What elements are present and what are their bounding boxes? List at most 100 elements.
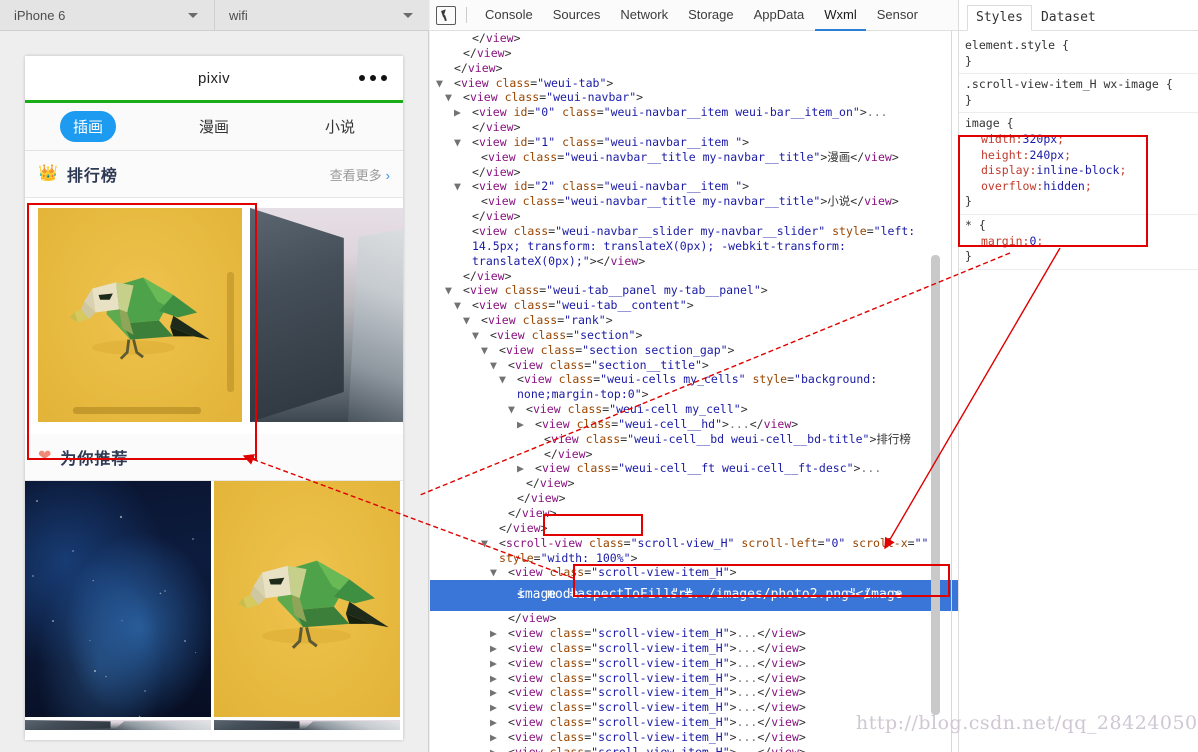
recommend-card-partial-1[interactable]	[25, 720, 211, 730]
chevron-right-icon[interactable]: ▶	[454, 105, 472, 120]
style-rule[interactable]: element.style {}	[959, 35, 1198, 75]
chevron-down-icon[interactable]: ▼	[490, 358, 508, 373]
dom-node[interactable]: </view>	[430, 611, 958, 626]
no-toggle[interactable]	[472, 194, 481, 209]
style-rule[interactable]: .scroll-view-item_H wx-image {}	[959, 74, 1198, 114]
devtools-tab-sensor[interactable]: Sensor	[868, 0, 927, 31]
recommend-card-partial-2[interactable]	[214, 720, 400, 730]
chevron-right-icon[interactable]: ▶	[517, 417, 535, 432]
dom-node[interactable]: ▶ <view id="0" class="weui-navbar__item w…	[430, 105, 958, 120]
chevron-right-icon[interactable]: ▶	[490, 700, 508, 715]
dom-node[interactable]: ▼ <view id="1" class="weui-navbar__item "…	[430, 135, 958, 150]
chevron-down-icon[interactable]: ▼	[445, 90, 463, 105]
dom-node[interactable]: ▶ <view class="weui-cell__hd">...</view>	[430, 417, 958, 432]
styles-tab-styles[interactable]: Styles	[967, 5, 1032, 31]
no-toggle[interactable]	[463, 224, 472, 239]
rank-scroll-view[interactable]	[25, 198, 403, 434]
phone-preview[interactable]: pixiv 插画 漫画 小说 👑 排行榜 查看更多 › ❤ 为你推荐	[25, 56, 403, 740]
chevron-right-icon[interactable]: ▶	[490, 745, 508, 752]
no-toggle[interactable]	[463, 165, 472, 180]
no-toggle[interactable]	[535, 432, 544, 447]
recommend-card-galaxy[interactable]	[25, 481, 211, 717]
dom-node[interactable]: <view class="weui-navbar__title my-navba…	[430, 150, 958, 165]
dom-node[interactable]: </view>	[430, 61, 958, 76]
recommend-grid[interactable]	[25, 481, 403, 730]
devtools-tab-storage[interactable]: Storage	[679, 0, 743, 31]
dom-node[interactable]: </view>	[430, 506, 958, 521]
dom-node[interactable]: <view class="weui-navbar__title my-navba…	[430, 194, 958, 209]
rank-card-street[interactable]	[250, 208, 403, 422]
dom-node[interactable]: ▼ <view class="weui-cell my_cell">	[430, 402, 958, 417]
no-toggle[interactable]	[445, 61, 454, 76]
chevron-right-icon[interactable]: ▶	[490, 671, 508, 686]
style-declaration[interactable]: margin:0;	[965, 234, 1198, 250]
rank-view-more-link[interactable]: 查看更多 ›	[330, 165, 390, 184]
chevron-right-icon[interactable]: ▶	[490, 685, 508, 700]
chevron-down-icon[interactable]: ▼	[481, 343, 499, 358]
tab-novel[interactable]: 小说	[277, 116, 403, 137]
devtools-tab-appdata[interactable]: AppData	[745, 0, 814, 31]
dom-node[interactable]: ▼ <view class="weui-cells my_cells" style…	[430, 372, 958, 402]
dom-node[interactable]: <view class="weui-navbar__slider my-navb…	[430, 224, 958, 269]
dom-node[interactable]: </view>	[430, 31, 958, 46]
chevron-down-icon[interactable]: ▼	[445, 283, 463, 298]
chevron-right-icon[interactable]: ▶	[490, 626, 508, 641]
dom-node[interactable]: ▼ <view class="section__title">	[430, 358, 958, 373]
dom-node[interactable]: ▶ <view class="scroll-view-item_H">...</v…	[430, 685, 958, 700]
chevron-down-icon[interactable]: ▼	[454, 135, 472, 150]
chevron-down-icon[interactable]: ▼	[436, 76, 454, 91]
tab-manga[interactable]: 漫画	[151, 116, 277, 137]
dom-node[interactable]: </view>	[430, 120, 958, 135]
chevron-down-icon[interactable]: ▼	[454, 298, 472, 313]
styles-tab-dataset[interactable]: Dataset	[1032, 5, 1105, 30]
no-toggle[interactable]	[499, 506, 508, 521]
chevron-right-icon[interactable]: ▶	[490, 730, 508, 745]
dom-node[interactable]: </view>	[430, 476, 958, 491]
no-toggle[interactable]	[463, 120, 472, 135]
tab-illustration[interactable]: 插画	[25, 111, 151, 142]
dom-node[interactable]: ▶ <view class="scroll-view-item_H">...</v…	[430, 656, 958, 671]
dom-node[interactable]: ▼ <view class="section section_gap">	[430, 343, 958, 358]
chevron-down-icon[interactable]: ▼	[490, 565, 508, 580]
dom-node[interactable]: ▼ <view class="rank">	[430, 313, 958, 328]
wxml-dom-tree[interactable]: </view> </view> </view> ▼ <view class="weu…	[430, 31, 958, 752]
chevron-right-icon[interactable]: ▶	[490, 641, 508, 656]
dom-node[interactable]: </view>	[430, 46, 958, 61]
dom-node[interactable]: ▼ <view class="weui-navbar">	[430, 90, 958, 105]
dom-node[interactable]: ▶ <view class="scroll-view-item_H">...</v…	[430, 745, 958, 752]
dom-node[interactable]: ▼ <view class="weui-tab">	[430, 76, 958, 91]
chevron-down-icon[interactable]: ▼	[499, 372, 517, 387]
dom-node[interactable]: ▶ <view class="scroll-view-item_H">...</v…	[430, 626, 958, 641]
dom-node[interactable]: ▼ <scroll-view class="scroll-view_H" scro…	[430, 536, 958, 566]
devtools-tab-console[interactable]: Console	[476, 0, 542, 31]
devtools-tab-network[interactable]: Network	[611, 0, 677, 31]
dom-tree-scrollbar[interactable]	[931, 255, 940, 715]
no-toggle[interactable]	[499, 611, 508, 626]
recommend-card-kiwi[interactable]	[214, 481, 400, 717]
dom-node[interactable]: ▶ <view class="weui-cell__ft weui-cell__f…	[430, 461, 958, 476]
dom-node[interactable]: </view>	[430, 491, 958, 506]
dom-node-selected[interactable]: < image mode = "aspectToFill" src = "../image…	[430, 580, 958, 612]
style-rule[interactable]: image {width:320px; height:240px; display:…	[959, 113, 1198, 215]
no-toggle[interactable]	[517, 476, 526, 491]
chevron-down-icon[interactable]: ▼	[508, 402, 526, 417]
dom-node[interactable]: ▼ <view id="2" class="weui-navbar__item "…	[430, 179, 958, 194]
inspect-element-icon[interactable]	[436, 5, 456, 25]
network-select[interactable]: wifi	[215, 0, 429, 31]
dom-node[interactable]: ▼ <view class="weui-tab__content">	[430, 298, 958, 313]
no-toggle[interactable]	[508, 491, 517, 506]
chevron-down-icon[interactable]: ▼	[481, 536, 499, 551]
no-toggle[interactable]	[463, 209, 472, 224]
dom-node[interactable]: </view>	[430, 521, 958, 536]
no-toggle[interactable]	[454, 269, 463, 284]
style-declaration[interactable]: height:240px;	[965, 148, 1198, 164]
style-rule[interactable]: * {margin:0;}	[959, 215, 1198, 270]
style-declaration[interactable]: width:320px;	[965, 132, 1198, 148]
rank-card-kiwi[interactable]	[38, 208, 242, 422]
dom-node[interactable]: </view>	[430, 269, 958, 284]
style-declaration[interactable]: display:inline-block;	[965, 163, 1198, 179]
no-toggle[interactable]	[472, 150, 481, 165]
chevron-right-icon[interactable]: ▶	[490, 656, 508, 671]
chevron-right-icon[interactable]: ▶	[490, 715, 508, 730]
devtools-tab-sources[interactable]: Sources	[544, 0, 610, 31]
